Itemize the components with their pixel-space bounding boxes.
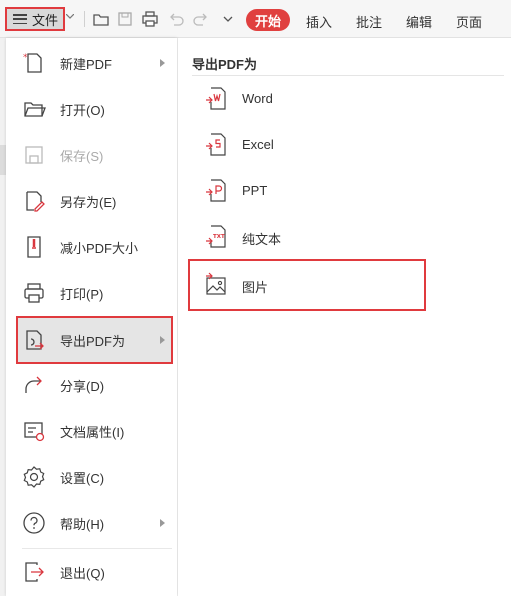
svg-text:TXT: TXT [213, 234, 225, 240]
redo-icon[interactable] [192, 10, 210, 28]
export-icon [26, 330, 44, 350]
export-option-label: 图片 [242, 280, 269, 295]
hamburger-icon [13, 14, 27, 24]
menu-divider [22, 548, 172, 549]
menu-item-properties[interactable]: 文档属性(I) [6, 411, 177, 451]
submenu-arrow-icon [160, 59, 165, 67]
menu-item-label: 打印(P) [60, 286, 104, 302]
open-folder-icon[interactable] [92, 10, 110, 28]
save-icon[interactable] [116, 10, 134, 28]
print-icon[interactable] [141, 10, 159, 28]
file-menu-label: 文件 [32, 12, 59, 28]
export-option-label: Excel [242, 137, 274, 152]
export-option-label: PPT [242, 183, 268, 198]
save-as-icon [26, 191, 45, 212]
menu-item-label: 分享(D) [60, 378, 105, 394]
menu-item-label: 新建PDF [60, 56, 113, 72]
undo-icon[interactable] [167, 10, 185, 28]
save-icon [25, 146, 43, 164]
settings-icon [23, 466, 45, 488]
export-option-label: 纯文本 [242, 232, 282, 247]
tab-start[interactable]: 开始 [246, 9, 290, 31]
export-word[interactable]: Word [188, 76, 423, 122]
new-pdf-icon: * [23, 53, 42, 73]
menu-item-label: 设置(C) [60, 470, 105, 486]
menu-item-print[interactable]: 打印(P) [6, 273, 177, 313]
help-icon [23, 512, 45, 534]
menu-item-save-as[interactable]: 另存为(E) [6, 181, 177, 221]
menu-item-label: 另存为(E) [60, 194, 117, 210]
share-icon [25, 376, 42, 393]
excel-icon [206, 133, 226, 156]
submenu-arrow-icon [160, 336, 165, 344]
menu-item-help[interactable]: 帮助(H) [6, 503, 177, 543]
menu-item-share[interactable]: 分享(D) [6, 365, 177, 405]
svg-text:*: * [23, 53, 28, 63]
menu-item-save[interactable]: 保存(S) [6, 135, 177, 175]
menu-item-label: 保存(S) [60, 148, 104, 164]
menu-item-settings[interactable]: 设置(C) [6, 457, 177, 497]
file-menu-button[interactable]: 文件 [5, 7, 65, 31]
print-icon [24, 283, 44, 303]
txt-icon: TXT [206, 225, 226, 248]
menu-item-label: 帮助(H) [60, 516, 105, 532]
toolbar-divider [84, 11, 85, 27]
menu-item-exit[interactable]: 退出(Q) [6, 552, 177, 592]
tab-insert[interactable]: 插入 [306, 12, 332, 31]
menu-item-new-pdf[interactable]: * 新建PDF [6, 43, 177, 83]
export-image[interactable]: 图片 [188, 259, 426, 311]
chevron-down-icon[interactable] [66, 14, 74, 20]
export-option-label: Word [242, 91, 273, 106]
file-menu: * 新建PDF 打开(O) 保存(S) 另存为(E) 减小PDF大小 打印(P)… [6, 38, 177, 596]
export-ppt[interactable]: PPT [188, 168, 423, 214]
tab-page[interactable]: 页面 [456, 12, 482, 31]
properties-icon [24, 422, 45, 442]
tab-edit[interactable]: 编辑 [406, 12, 432, 31]
export-excel[interactable]: Excel [188, 122, 423, 168]
menu-item-label: 减小PDF大小 [60, 240, 139, 256]
customize-dropdown-icon[interactable] [219, 10, 237, 28]
menu-item-label: 导出PDF为 [60, 333, 126, 349]
menu-item-reduce-size[interactable]: 减小PDF大小 [6, 227, 177, 267]
word-icon [206, 87, 226, 110]
tab-comment[interactable]: 批注 [356, 12, 382, 31]
export-text[interactable]: TXT 纯文本 [188, 214, 423, 260]
compress-icon [27, 236, 41, 258]
submenu-arrow-icon [160, 519, 165, 527]
menu-item-label: 文档属性(I) [60, 424, 125, 440]
image-icon [206, 272, 226, 295]
submenu-title: 导出PDF为 [192, 57, 258, 72]
ppt-icon [206, 179, 226, 202]
menu-item-label: 打开(O) [60, 102, 105, 118]
toolbar: 文件 开始 插入 批注 编辑 页面 [0, 0, 511, 38]
menu-item-label: 退出(Q) [60, 565, 105, 581]
menu-item-open[interactable]: 打开(O) [6, 89, 177, 129]
export-submenu: 导出PDF为 Word Excel PPT TXT 纯文本 图片 [178, 38, 511, 596]
open-icon [24, 102, 46, 117]
exit-icon [25, 562, 44, 582]
menu-item-export-pdf[interactable]: 导出PDF为 [16, 316, 173, 364]
